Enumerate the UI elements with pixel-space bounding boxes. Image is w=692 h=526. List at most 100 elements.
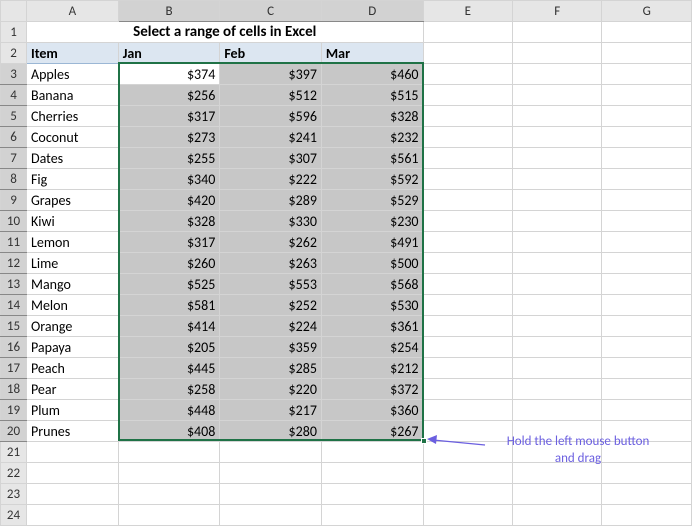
cell[interactable] — [602, 169, 692, 190]
cell[interactable] — [602, 22, 692, 43]
select-all-corner[interactable] — [1, 1, 27, 22]
cell[interactable] — [423, 232, 512, 253]
cell[interactable] — [602, 484, 692, 505]
row-header-7[interactable]: 7 — [1, 148, 27, 169]
cell-jan[interactable]: $420 — [118, 190, 220, 211]
row-header-21[interactable]: 21 — [1, 442, 27, 463]
cell-feb[interactable]: $330 — [220, 211, 322, 232]
cell[interactable] — [512, 211, 601, 232]
row-header-6[interactable]: 6 — [1, 127, 27, 148]
cell[interactable] — [602, 190, 692, 211]
col-header-c[interactable]: C — [220, 1, 322, 22]
cell[interactable] — [423, 316, 512, 337]
cell[interactable] — [423, 148, 512, 169]
cell[interactable] — [602, 316, 692, 337]
cell-jan[interactable]: $525 — [118, 274, 220, 295]
cell-mar[interactable]: $328 — [321, 106, 423, 127]
cell[interactable] — [423, 274, 512, 295]
cell[interactable] — [423, 400, 512, 421]
row-header-17[interactable]: 17 — [1, 358, 27, 379]
cell-item[interactable]: Papaya — [26, 337, 118, 358]
cell[interactable] — [512, 169, 601, 190]
cell[interactable] — [602, 64, 692, 85]
cell-feb[interactable]: $263 — [220, 253, 322, 274]
row-header-19[interactable]: 19 — [1, 400, 27, 421]
cell-item[interactable]: Dates — [26, 148, 118, 169]
cell[interactable] — [118, 505, 220, 526]
cell-mar[interactable]: $561 — [321, 148, 423, 169]
cell-feb[interactable]: $252 — [220, 295, 322, 316]
row-header-9[interactable]: 9 — [1, 190, 27, 211]
cell-mar[interactable]: $360 — [321, 400, 423, 421]
cell[interactable] — [26, 442, 118, 463]
cell-item[interactable]: Coconut — [26, 127, 118, 148]
cell-feb[interactable]: $512 — [220, 85, 322, 106]
cell[interactable] — [512, 316, 601, 337]
cell[interactable] — [423, 43, 512, 64]
cell-mar[interactable]: $230 — [321, 211, 423, 232]
cell[interactable] — [602, 253, 692, 274]
cell-mar[interactable]: $232 — [321, 127, 423, 148]
cell[interactable] — [26, 505, 118, 526]
cell[interactable] — [423, 127, 512, 148]
cell-item[interactable]: Orange — [26, 316, 118, 337]
cell-feb[interactable]: $289 — [220, 190, 322, 211]
cell[interactable] — [423, 64, 512, 85]
cell[interactable] — [321, 463, 423, 484]
cell[interactable] — [423, 106, 512, 127]
col-header-g[interactable]: G — [602, 1, 692, 22]
cell[interactable] — [512, 43, 601, 64]
cell[interactable] — [512, 379, 601, 400]
cell[interactable] — [602, 106, 692, 127]
cell[interactable] — [512, 106, 601, 127]
cell-mar[interactable]: $530 — [321, 295, 423, 316]
row-header-5[interactable]: 5 — [1, 106, 27, 127]
cell[interactable] — [602, 358, 692, 379]
col-header-a[interactable]: A — [26, 1, 118, 22]
cell[interactable] — [602, 127, 692, 148]
cell-mar[interactable]: $267 — [321, 421, 423, 442]
cell[interactable] — [423, 379, 512, 400]
cell-mar[interactable]: $212 — [321, 358, 423, 379]
cell-item[interactable]: Prunes — [26, 421, 118, 442]
cell-feb[interactable]: $224 — [220, 316, 322, 337]
col-header-d[interactable]: D — [321, 1, 423, 22]
cell-mar[interactable]: $372 — [321, 379, 423, 400]
cell-feb[interactable]: $280 — [220, 421, 322, 442]
cell-jan[interactable]: $414 — [118, 316, 220, 337]
row-header-2[interactable]: 2 — [1, 43, 27, 64]
cell-jan[interactable]: $260 — [118, 253, 220, 274]
cell[interactable] — [26, 463, 118, 484]
cell-item[interactable]: Peach — [26, 358, 118, 379]
cell[interactable] — [118, 463, 220, 484]
cell-jan[interactable]: $340 — [118, 169, 220, 190]
cell[interactable] — [321, 484, 423, 505]
header-item[interactable]: Item — [26, 43, 118, 64]
cell[interactable] — [220, 442, 322, 463]
cell[interactable] — [602, 337, 692, 358]
cell-jan[interactable]: $258 — [118, 379, 220, 400]
cell[interactable] — [512, 400, 601, 421]
cell[interactable] — [512, 484, 601, 505]
cell[interactable] — [423, 505, 512, 526]
cell-mar[interactable]: $592 — [321, 169, 423, 190]
cell[interactable] — [423, 190, 512, 211]
cell[interactable] — [602, 505, 692, 526]
cell[interactable] — [602, 85, 692, 106]
cell[interactable] — [602, 295, 692, 316]
cell[interactable] — [321, 505, 423, 526]
cell-item[interactable]: Grapes — [26, 190, 118, 211]
cell[interactable] — [423, 295, 512, 316]
cell-item[interactable]: Melon — [26, 295, 118, 316]
row-header-8[interactable]: 8 — [1, 169, 27, 190]
cell-item[interactable]: Fig — [26, 169, 118, 190]
cell-item[interactable]: Plum — [26, 400, 118, 421]
cell-feb[interactable]: $262 — [220, 232, 322, 253]
cell-jan[interactable]: $317 — [118, 232, 220, 253]
cell[interactable] — [220, 505, 322, 526]
cell-feb[interactable]: $285 — [220, 358, 322, 379]
cell[interactable] — [512, 337, 601, 358]
row-header-1[interactable]: 1 — [1, 22, 27, 43]
cell[interactable] — [512, 253, 601, 274]
cell-item[interactable]: Cherries — [26, 106, 118, 127]
